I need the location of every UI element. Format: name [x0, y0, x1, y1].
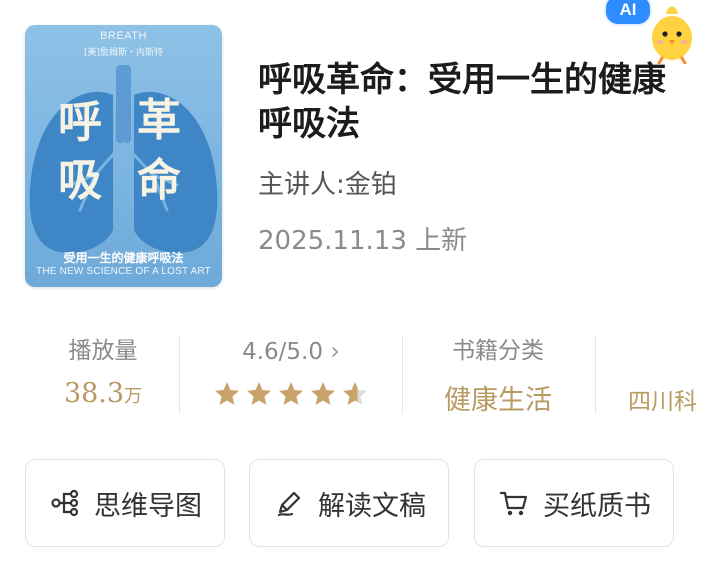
star-icon: [343, 382, 367, 405]
plays-number: 38.3: [63, 378, 125, 409]
book-cover[interactable]: BREATH [美]詹姆斯・内斯特 呼 吸 革 命 受用一生的健康呼吸法 THE…: [25, 25, 222, 287]
transcript-button[interactable]: 解读文稿: [249, 459, 449, 547]
chick-mascot-icon[interactable]: [646, 0, 698, 64]
buy-paper-book-label: 买纸质书: [543, 490, 651, 522]
star-icon: [215, 382, 239, 405]
cover-subtitle: 受用一生的健康呼吸法: [63, 251, 184, 265]
publish-date: 2025.11.13 上新: [258, 226, 468, 256]
category-value[interactable]: 健康生活: [420, 378, 576, 417]
rating-stars: [213, 380, 369, 408]
star-icon: [247, 382, 271, 405]
stat-divider: [402, 336, 403, 414]
pen-icon: [277, 491, 301, 517]
cover-title-char: 吸: [58, 155, 102, 206]
ai-assistant-badge[interactable]: AI: [604, 0, 652, 26]
rating-label[interactable]: 4.6/5.0 ›: [196, 334, 386, 368]
cart-icon: [499, 491, 528, 516]
mindmap-label: 思维导图: [94, 490, 202, 522]
stat-divider: [595, 336, 596, 414]
transcript-label: 解读文稿: [318, 490, 426, 522]
category-label: 书籍分类: [452, 338, 544, 364]
star-icon: [279, 382, 303, 405]
cover-english-subtitle: THE NEW SCIENCE OF A LOST ART: [36, 266, 211, 277]
publisher-stat[interactable]: 四川科: [628, 334, 702, 416]
presenter-text: 主讲人:金铂: [258, 170, 397, 200]
rating-text: 4.6/5.0: [242, 339, 323, 365]
plays-label: 播放量: [68, 338, 138, 364]
cover-author: [美]詹姆斯・内斯特: [83, 48, 164, 58]
buy-paper-book-button[interactable]: 买纸质书: [474, 459, 674, 547]
cover-title-char: 命: [137, 155, 181, 206]
plays-value: 38.3万: [48, 378, 158, 409]
chevron-right-icon: ›: [330, 337, 340, 365]
cover-title-char: 呼: [58, 97, 102, 148]
plays-stat: 播放量 38.3万: [48, 334, 158, 409]
cover-english-title: BREATH: [100, 30, 147, 42]
publisher-value[interactable]: 四川科: [628, 382, 702, 416]
stat-divider: [179, 336, 180, 414]
lungs-illustration: [29, 65, 218, 253]
plays-unit: 万: [124, 386, 143, 407]
book-title: 呼吸革命：受用一生的健康呼吸法: [258, 60, 666, 144]
rating-stat[interactable]: 4.6/5.0 ›: [196, 334, 386, 412]
publisher-label: [628, 334, 702, 368]
mindmap-icon: [51, 489, 79, 517]
cover-title-char: 革: [137, 95, 181, 146]
category-stat[interactable]: 书籍分类 健康生活: [420, 334, 576, 417]
mindmap-button[interactable]: 思维导图: [25, 459, 225, 547]
star-icon: [311, 382, 335, 405]
